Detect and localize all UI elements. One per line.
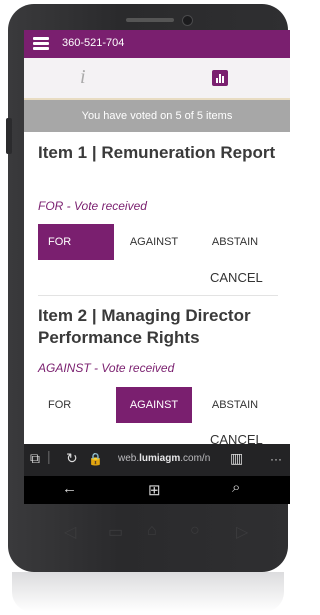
tab-voting[interactable] [157, 58, 290, 98]
meeting-phone-number: 360-521-704 [62, 37, 125, 49]
item-1-against-button[interactable]: AGAINST [116, 224, 192, 260]
hamburger-menu-icon[interactable] [33, 37, 49, 51]
vote-progress-banner: You have voted on 5 of 5 items [24, 100, 290, 132]
browser-address-bar: ⧉ | ↻ 🔒 web.lumiagm.com/n ▥ ··· [24, 444, 290, 476]
item-divider [38, 295, 278, 296]
item-1-abstain-button[interactable]: ABSTAIN [196, 224, 274, 260]
item-1-for-button[interactable]: FOR [38, 224, 114, 260]
more-options-icon[interactable]: ··· [270, 452, 282, 466]
hw-back-icon: ◁ [64, 524, 77, 541]
refresh-icon[interactable]: ↻ [66, 450, 78, 467]
phone-reflection [12, 572, 284, 612]
hw-search-icon: ○ [190, 522, 200, 539]
speaker-grille [126, 18, 174, 22]
item-1-vote-status: FOR - Vote received [38, 199, 147, 213]
item-2-for-button[interactable]: FOR [38, 387, 114, 423]
back-arrow-icon[interactable]: ← [62, 480, 77, 497]
separator: | [47, 448, 51, 464]
url-field[interactable]: web.lumiagm.com/n [118, 453, 210, 464]
item-1-cancel-button[interactable]: CANCEL [210, 270, 263, 285]
item-2-against-button[interactable]: AGAINST [116, 387, 192, 423]
bar-chart-icon [212, 70, 228, 86]
app-screen: 360-521-704 i You have voted on 5 of 5 i… [24, 30, 290, 504]
windows-start-icon[interactable]: ⊞ [148, 481, 161, 499]
app-header: 360-521-704 [24, 30, 290, 58]
info-icon: i [80, 66, 86, 88]
hw-home-icon: ⌂ [147, 522, 157, 539]
hw-multitask-icon: ▭ [108, 524, 124, 541]
front-camera [182, 15, 193, 26]
hw-forward-icon: ▷ [236, 524, 249, 541]
item-1-title: Item 1 | Remuneration Report [38, 143, 276, 162]
tabs-icon[interactable]: ⧉ [30, 450, 40, 467]
item-2-vote-status: AGAINST - Vote received [38, 361, 175, 375]
volume-button [6, 118, 12, 154]
search-icon[interactable]: ⌕ [232, 479, 240, 496]
tab-bar: i [24, 58, 290, 100]
windows-navigation-bar: ← ⊞ ⌕ [24, 476, 290, 504]
tab-info[interactable]: i [24, 58, 157, 98]
item-2-title: Item 2 | Managing Director Performance R… [38, 306, 251, 347]
lock-icon: 🔒 [88, 452, 103, 466]
item-2-abstain-button[interactable]: ABSTAIN [196, 387, 274, 423]
reading-view-icon[interactable]: ▥ [230, 450, 243, 467]
